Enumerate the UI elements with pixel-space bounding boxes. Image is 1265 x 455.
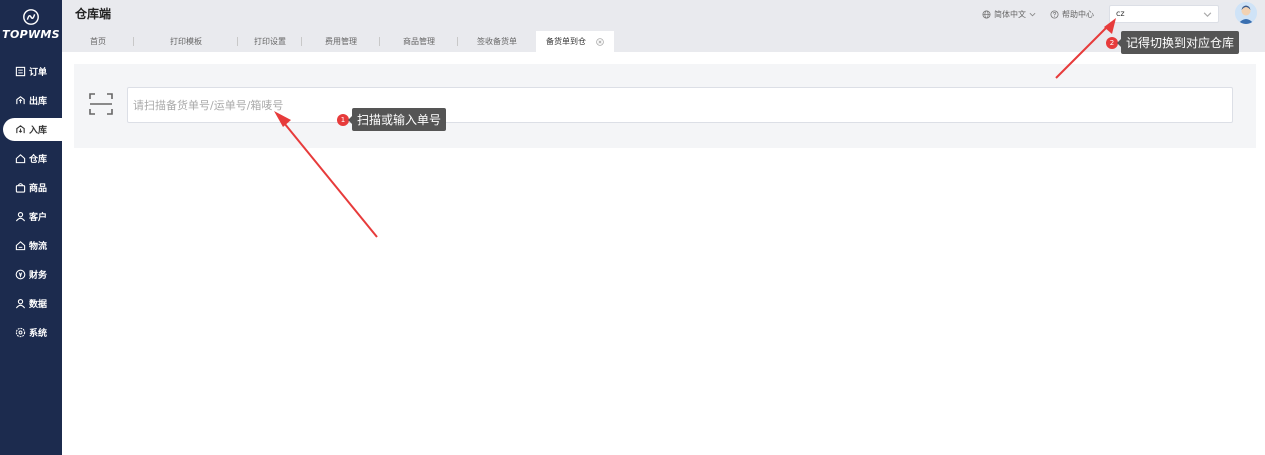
- sidebar-item-data[interactable]: 数据: [0, 289, 62, 318]
- tab-product-management[interactable]: 商品管理: [380, 31, 458, 52]
- tab-stock-order-arrival[interactable]: 备货单到仓: [536, 31, 614, 52]
- tab-label: 费用管理: [325, 37, 357, 46]
- finance-icon: [15, 269, 26, 280]
- tab-label: 签收备货单: [477, 37, 517, 46]
- tab-label: 打印模板: [170, 37, 202, 46]
- annotation-tip-2: 2 记得切换到对应仓库: [1106, 31, 1240, 54]
- tab-print-settings[interactable]: 打印设置: [238, 31, 302, 52]
- sidebar-item-label: 订单: [29, 68, 48, 78]
- export-icon: [16, 96, 25, 105]
- truck-icon: [15, 241, 26, 251]
- gear-icon: [15, 327, 26, 338]
- language-switcher[interactable]: 简体中文: [982, 9, 1036, 20]
- tab-print-template[interactable]: 打印模板: [134, 31, 238, 52]
- tab-home[interactable]: 首页: [62, 31, 134, 52]
- sidebar-item-label: 出库: [29, 97, 48, 107]
- globe-icon: [982, 10, 991, 19]
- logo: TOPWMS: [0, 8, 62, 41]
- avatar[interactable]: [1235, 2, 1257, 24]
- tab-sign-stock-order[interactable]: 签收备货单: [458, 31, 536, 52]
- users-icon: [15, 212, 26, 222]
- sidebar: TOPWMS 订单 出库 入库 仓库 商品 客户 物流 财务 数据 系统: [0, 0, 73, 455]
- warehouse-select-value: cz: [1116, 9, 1125, 18]
- sidebar-item-inbound[interactable]: 入库: [0, 115, 73, 144]
- sidebar-item-label: 财务: [29, 271, 48, 281]
- tab-label: 打印设置: [254, 37, 286, 46]
- sidebar-item-label: 商品: [29, 184, 48, 194]
- scan-input[interactable]: [127, 87, 1233, 123]
- sidebar-item-system[interactable]: 系统: [0, 318, 62, 347]
- bag-icon: [15, 183, 26, 193]
- import-icon: [16, 125, 25, 134]
- sidebar-item-label: 物流: [29, 242, 48, 252]
- header: 仓库端 简体中文 帮助中心 cz 首页 打印模板 打印设置 费用管理 商品管理 …: [62, 0, 1265, 52]
- user-avatar-icon: [1235, 2, 1257, 24]
- sidebar-item-logistics[interactable]: 物流: [0, 231, 62, 260]
- tab-label: 商品管理: [403, 37, 435, 46]
- sidebar-nav: 订单 出库 入库 仓库 商品 客户 物流 财务 数据 系统: [0, 57, 73, 347]
- sidebar-item-label: 客户: [29, 213, 48, 223]
- language-label: 简体中文: [994, 10, 1026, 19]
- page-title: 仓库端: [75, 7, 112, 21]
- annotation-text: 扫描或输入单号: [347, 108, 447, 131]
- sidebar-item-outbound[interactable]: 出库: [0, 86, 62, 115]
- sidebar-item-label: 仓库: [29, 155, 48, 165]
- sidebar-item-customers[interactable]: 客户: [0, 202, 62, 231]
- sidebar-item-label: 入库: [29, 126, 48, 136]
- help-icon: [1050, 10, 1059, 19]
- help-label: 帮助中心: [1062, 10, 1094, 19]
- logo-icon: [23, 9, 39, 25]
- annotation-text: 记得切换到对应仓库: [1116, 31, 1240, 54]
- tab-label: 首页: [90, 37, 106, 46]
- chevron-down-icon: [1029, 12, 1036, 17]
- help-center-link[interactable]: 帮助中心: [1050, 9, 1094, 20]
- data-icon: [15, 299, 26, 309]
- sidebar-item-warehouse[interactable]: 仓库: [0, 144, 62, 173]
- sidebar-item-orders[interactable]: 订单: [0, 57, 62, 86]
- tab-fee-management[interactable]: 费用管理: [302, 31, 380, 52]
- warehouse-select[interactable]: cz: [1109, 5, 1219, 23]
- scan-icon[interactable]: [89, 92, 113, 116]
- tab-bar: 首页 打印模板 打印设置 费用管理 商品管理 签收备货单 备货单到仓: [62, 31, 1265, 52]
- logo-text: TOPWMS: [2, 28, 60, 41]
- list-icon: [15, 66, 26, 77]
- annotation-tip-1: 1 扫描或输入单号: [337, 108, 447, 131]
- tab-label: 备货单到仓: [546, 37, 586, 46]
- sidebar-item-label: 数据: [29, 300, 48, 310]
- close-icon[interactable]: [596, 37, 604, 46]
- sidebar-item-finance[interactable]: 财务: [0, 260, 62, 289]
- chevron-down-icon: [1203, 12, 1212, 17]
- home-icon: [15, 154, 26, 164]
- sidebar-item-products[interactable]: 商品: [0, 173, 62, 202]
- sidebar-item-label: 系统: [29, 329, 48, 339]
